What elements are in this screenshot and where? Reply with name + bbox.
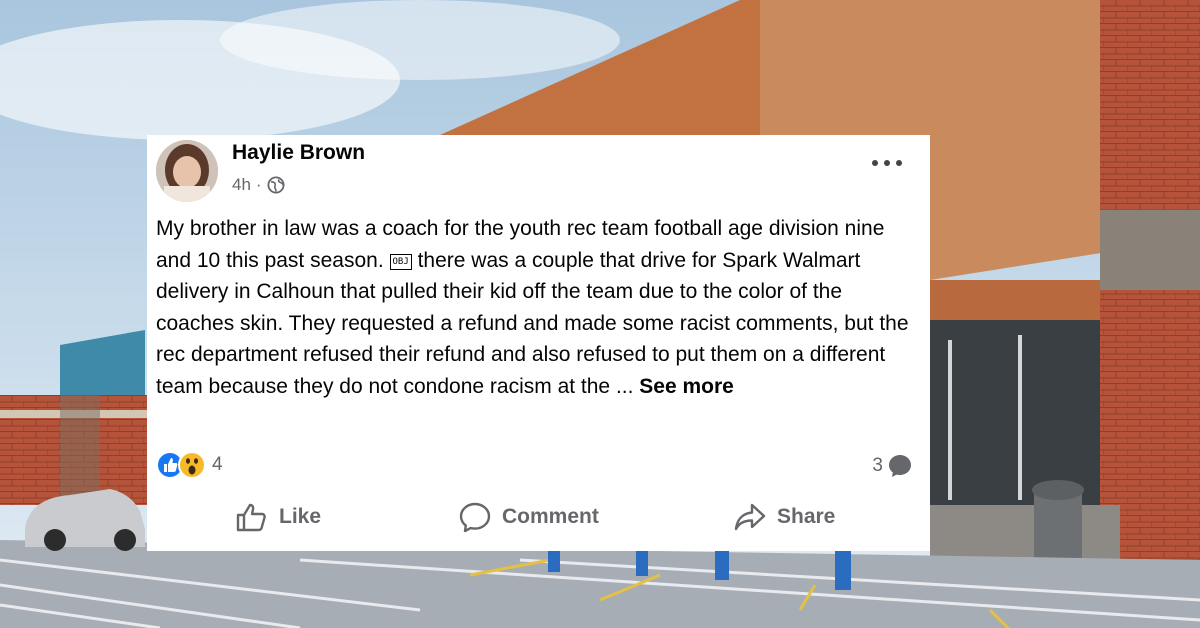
comment-label: Comment: [502, 505, 599, 528]
obj-placeholder-glyph: OBJ: [389, 253, 412, 270]
facebook-post: Haylie Brown 4h · My brother in law was …: [147, 135, 930, 551]
more-options-button[interactable]: [872, 153, 902, 173]
post-actions-bar: Like Comment Share: [147, 495, 930, 539]
thumbs-up-icon: [236, 503, 266, 532]
dot-icon: [896, 160, 902, 166]
post-meta: 4h ·: [232, 175, 285, 195]
dot-icon: [884, 160, 890, 166]
comment-count: 3: [872, 455, 883, 476]
share-label: Share: [777, 505, 836, 528]
post-text: My brother in law was a coach for the yo…: [156, 213, 916, 403]
avatar[interactable]: [156, 140, 218, 202]
comment-icon: [459, 502, 491, 533]
globe-icon[interactable]: [267, 176, 285, 194]
comment-count-link[interactable]: 3: [872, 453, 913, 479]
dot-icon: [872, 160, 878, 166]
share-button[interactable]: Share: [733, 495, 835, 539]
profile-photo-icon: [156, 140, 218, 202]
share-arrow-icon: [734, 503, 766, 531]
comment-button[interactable]: Comment: [458, 495, 599, 539]
author-name[interactable]: Haylie Brown: [232, 141, 365, 165]
meta-separator: ·: [255, 175, 262, 194]
reactions-summary[interactable]: 4: [156, 451, 223, 479]
see-more-link[interactable]: See more: [639, 375, 734, 398]
comment-bubble-icon: [889, 455, 911, 477]
like-label: Like: [279, 505, 322, 528]
post-time[interactable]: 4h: [232, 175, 251, 195]
wow-reaction-icon: [178, 451, 206, 479]
reaction-count: 4: [212, 454, 223, 475]
like-button[interactable]: Like: [235, 495, 321, 539]
